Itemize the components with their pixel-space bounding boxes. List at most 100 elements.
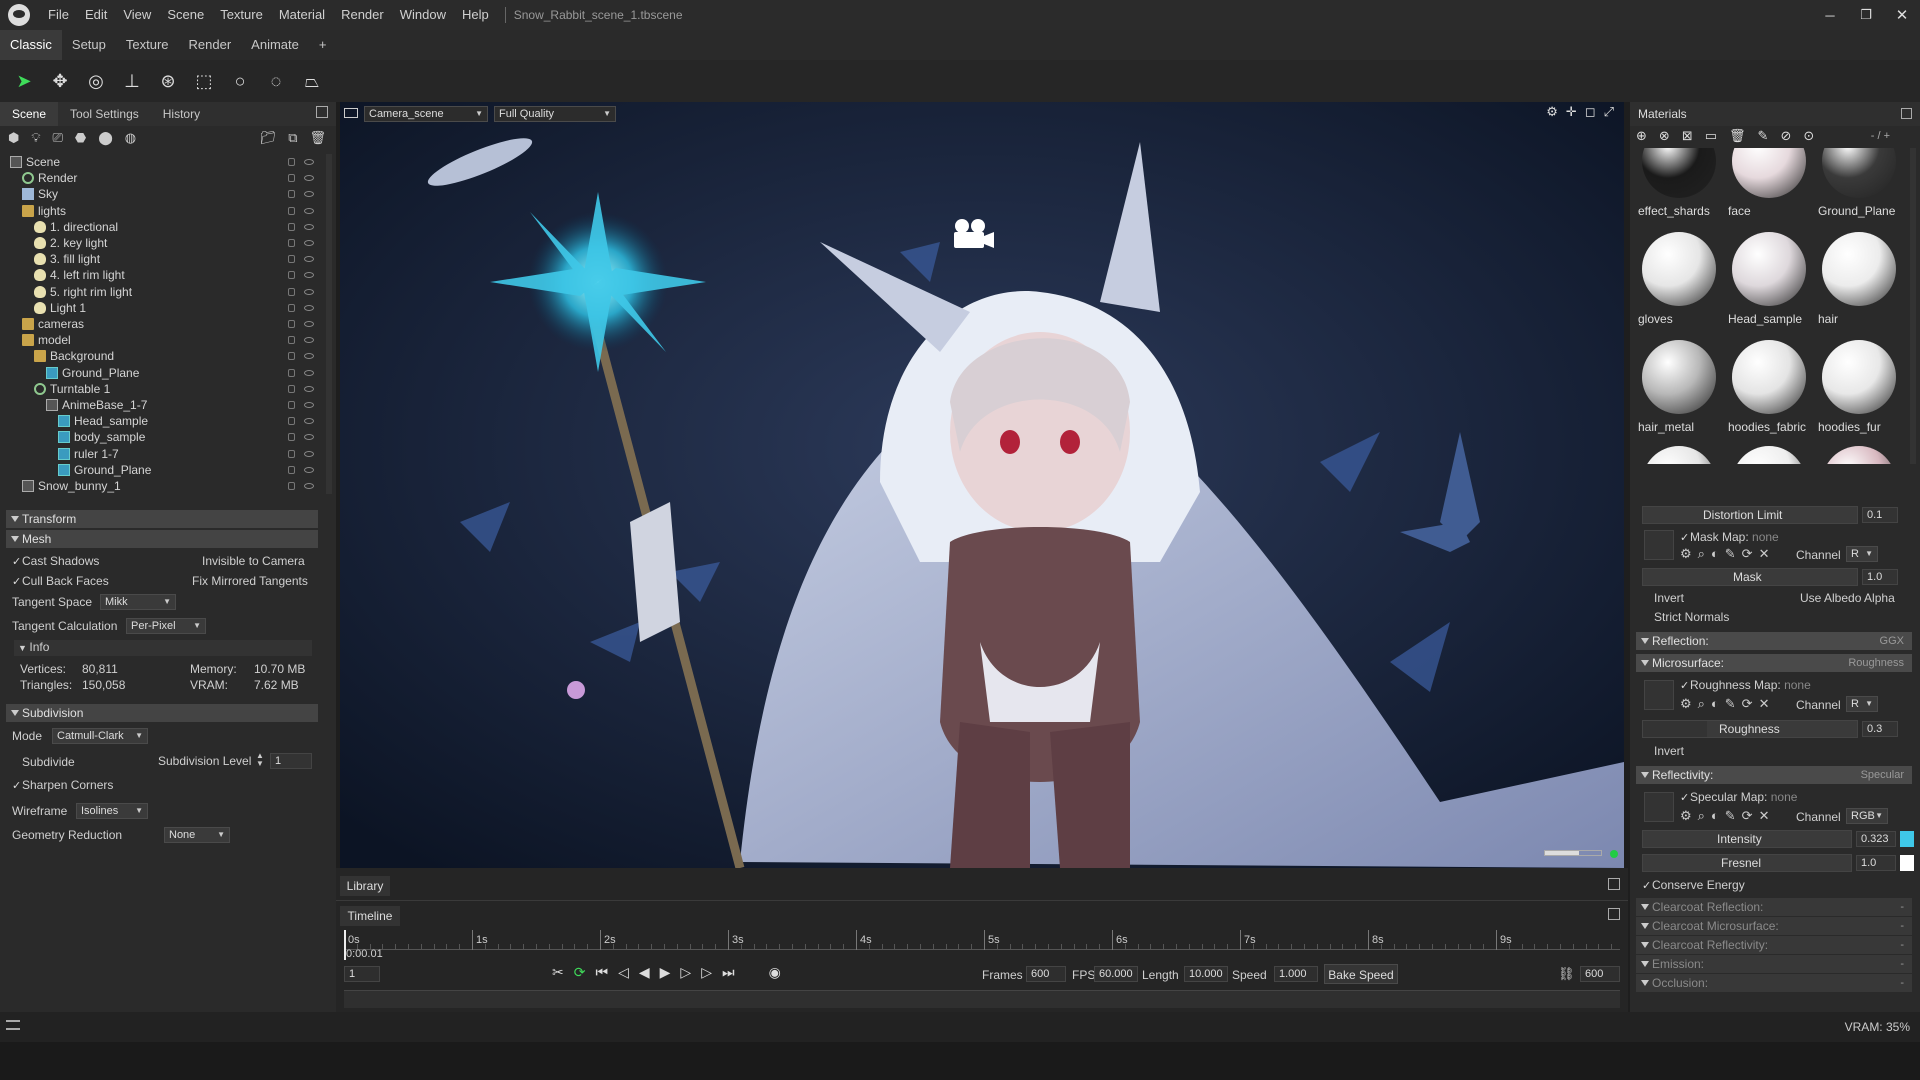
library-popout-icon[interactable]	[1608, 878, 1620, 890]
playhead[interactable]	[344, 930, 346, 960]
clearcoat-reflectivity-section[interactable]: Clearcoat Reflectivity: -	[1636, 936, 1912, 954]
info-section-header[interactable]: ▼ Info	[14, 640, 312, 656]
rect-select-icon[interactable]: ⬚	[191, 68, 217, 94]
log-icon[interactable]	[6, 1020, 20, 1030]
menu-help[interactable]: Help	[454, 0, 497, 30]
subdivision-mode-dropdown[interactable]: Catmull-Clark	[52, 728, 148, 744]
circle-select-icon[interactable]: ○	[227, 68, 253, 94]
picker-icon[interactable]: ✎	[1758, 128, 1769, 144]
current-frame-field[interactable]: 1	[344, 966, 380, 982]
distortion-limit-field[interactable]: 0.1	[1862, 507, 1898, 523]
microsurface-section[interactable]: Microsurface: Roughness	[1636, 654, 1912, 672]
roughness-map-tools[interactable]: ⚙⌕◐✎⟳✕	[1680, 696, 1775, 712]
tree-item[interactable]: Turntable 1	[0, 381, 314, 397]
visibility-icon[interactable]	[304, 304, 314, 311]
visibility-icon[interactable]	[304, 321, 314, 327]
tab-tool-settings[interactable]: Tool Settings	[58, 102, 151, 126]
visibility-icon[interactable]	[304, 159, 314, 165]
tangent-calc-dropdown[interactable]: Per-Pixel	[126, 618, 206, 634]
intensity-slider[interactable]: Intensity	[1642, 830, 1852, 848]
roughness-channel-dropdown[interactable]: R	[1846, 696, 1878, 712]
conserve-energy-checkbox[interactable]: ✓Conserve Energy	[1642, 878, 1745, 892]
lock-icon[interactable]	[288, 271, 295, 280]
tab-scene[interactable]: Scene	[0, 102, 59, 126]
camera-dropdown[interactable]: Camera_scene	[364, 106, 488, 122]
visibility-icon[interactable]	[304, 256, 314, 263]
polygon-select-icon[interactable]: ⏢	[299, 68, 325, 94]
emission-section[interactable]: Emission: -	[1636, 955, 1912, 973]
reflectivity-mode[interactable]: Specular	[1861, 766, 1904, 784]
step-forward-icon[interactable]: ▷	[701, 964, 712, 981]
rotate-tool-icon[interactable]: ◎	[83, 68, 109, 94]
play-icon[interactable]: ▶	[660, 964, 671, 981]
delete-icon[interactable]: 🗑︎	[309, 130, 326, 146]
roughness-field[interactable]: 0.3	[1862, 721, 1898, 737]
fresnel-field[interactable]: 1.0	[1856, 855, 1896, 871]
menu-material[interactable]: Material	[271, 0, 333, 30]
strict-normals-checkbox[interactable]: Strict Normals	[1644, 610, 1729, 624]
clearcoat-reflectivity-mode[interactable]: -	[1900, 936, 1904, 954]
folder-icon[interactable]: 📁︎	[260, 130, 277, 146]
specular-map-tools[interactable]: ⚙⌕◐✎⟳✕	[1680, 808, 1775, 824]
clearcoat-microsurface-mode[interactable]: -	[1900, 917, 1904, 935]
visibility-icon[interactable]	[304, 223, 314, 230]
move-tool-icon[interactable]: ✥	[47, 68, 73, 94]
lock-icon[interactable]	[288, 482, 295, 490]
fresnel-slider[interactable]: Fresnel	[1642, 854, 1852, 872]
material-swatch[interactable]: face	[1726, 148, 1812, 226]
eyedropper-icon[interactable]: ⊙	[1803, 128, 1814, 144]
frame-icon[interactable]: ◻	[1585, 104, 1596, 120]
tree-item[interactable]: 2. key light	[0, 235, 314, 251]
tree-item[interactable]: Render	[0, 170, 314, 186]
occlusion-mode[interactable]: -	[1900, 974, 1904, 992]
visibility-icon[interactable]	[304, 369, 314, 376]
visibility-icon[interactable]	[304, 175, 314, 182]
menu-file[interactable]: File	[40, 0, 77, 30]
tree-item[interactable]: Ground_Plane	[0, 365, 314, 381]
reflection-mode[interactable]: GGX	[1880, 632, 1904, 650]
cut-icon[interactable]: ✂	[552, 964, 564, 981]
material-swatch[interactable]: gloves	[1636, 228, 1722, 334]
menu-scene[interactable]: Scene	[159, 0, 212, 30]
duplicate-icon[interactable]: ⧉	[288, 130, 297, 146]
lock-icon[interactable]	[288, 190, 295, 199]
tree-item[interactable]: Light 1	[0, 300, 314, 316]
mask-map-thumb[interactable]	[1644, 530, 1674, 560]
material-swatch[interactable]: hoodies_fur	[1816, 336, 1902, 442]
workspace-tab-setup[interactable]: Setup	[62, 30, 116, 60]
cull-back-faces-checkbox[interactable]: ✓Cull Back Faces	[12, 574, 109, 588]
invert-roughness-checkbox[interactable]: Invert	[1644, 744, 1684, 758]
visibility-icon[interactable]	[304, 353, 314, 360]
zoom-control[interactable]: - / +	[1871, 130, 1890, 142]
clearcoat-reflection-section[interactable]: Clearcoat Reflection: -	[1636, 898, 1912, 916]
level-stepper-icon[interactable]: ▲ ▼	[256, 752, 264, 768]
visibility-icon[interactable]	[304, 483, 314, 489]
clearcoat-reflection-mode[interactable]: -	[1900, 898, 1904, 916]
tree-item[interactable]: body_sample	[0, 429, 314, 445]
mask-channel-dropdown[interactable]: R	[1846, 546, 1878, 562]
tree-item[interactable]: 3. fill light	[0, 251, 314, 267]
visibility-icon[interactable]	[304, 466, 314, 473]
specular-map-thumb[interactable]	[1644, 792, 1674, 822]
apply-icon[interactable]: ⊘	[1780, 128, 1791, 144]
bake-speed-button[interactable]: Bake Speed	[1324, 964, 1398, 984]
lock-icon[interactable]	[288, 222, 295, 231]
visibility-icon[interactable]	[304, 191, 314, 198]
step-back-icon[interactable]: ◁	[618, 964, 629, 981]
material-swatch[interactable]: hair_metal	[1636, 336, 1722, 442]
maximize-button[interactable]: ❐	[1848, 7, 1884, 23]
invert-checkbox[interactable]: Invert	[1644, 591, 1684, 605]
materials-popout-icon[interactable]	[1901, 108, 1912, 119]
keyframe-track[interactable]	[344, 990, 1620, 1008]
visibility-icon[interactable]	[304, 418, 314, 425]
material-grid-scrollbar[interactable]	[1910, 148, 1916, 464]
material-swatch[interactable]: Ground_Plane	[1816, 148, 1902, 226]
distortion-limit-slider[interactable]: Distortion Limit	[1642, 506, 1858, 524]
tree-item[interactable]: AnimeBase_1-7	[0, 397, 314, 413]
add-camera-icon[interactable]: ⎚	[52, 130, 62, 146]
lock-icon[interactable]	[288, 336, 295, 345]
menu-view[interactable]: View	[115, 0, 159, 30]
mask-slider[interactable]: Mask	[1642, 568, 1858, 586]
visibility-icon[interactable]	[304, 385, 314, 392]
subdivision-level-field[interactable]: 1	[270, 753, 312, 769]
